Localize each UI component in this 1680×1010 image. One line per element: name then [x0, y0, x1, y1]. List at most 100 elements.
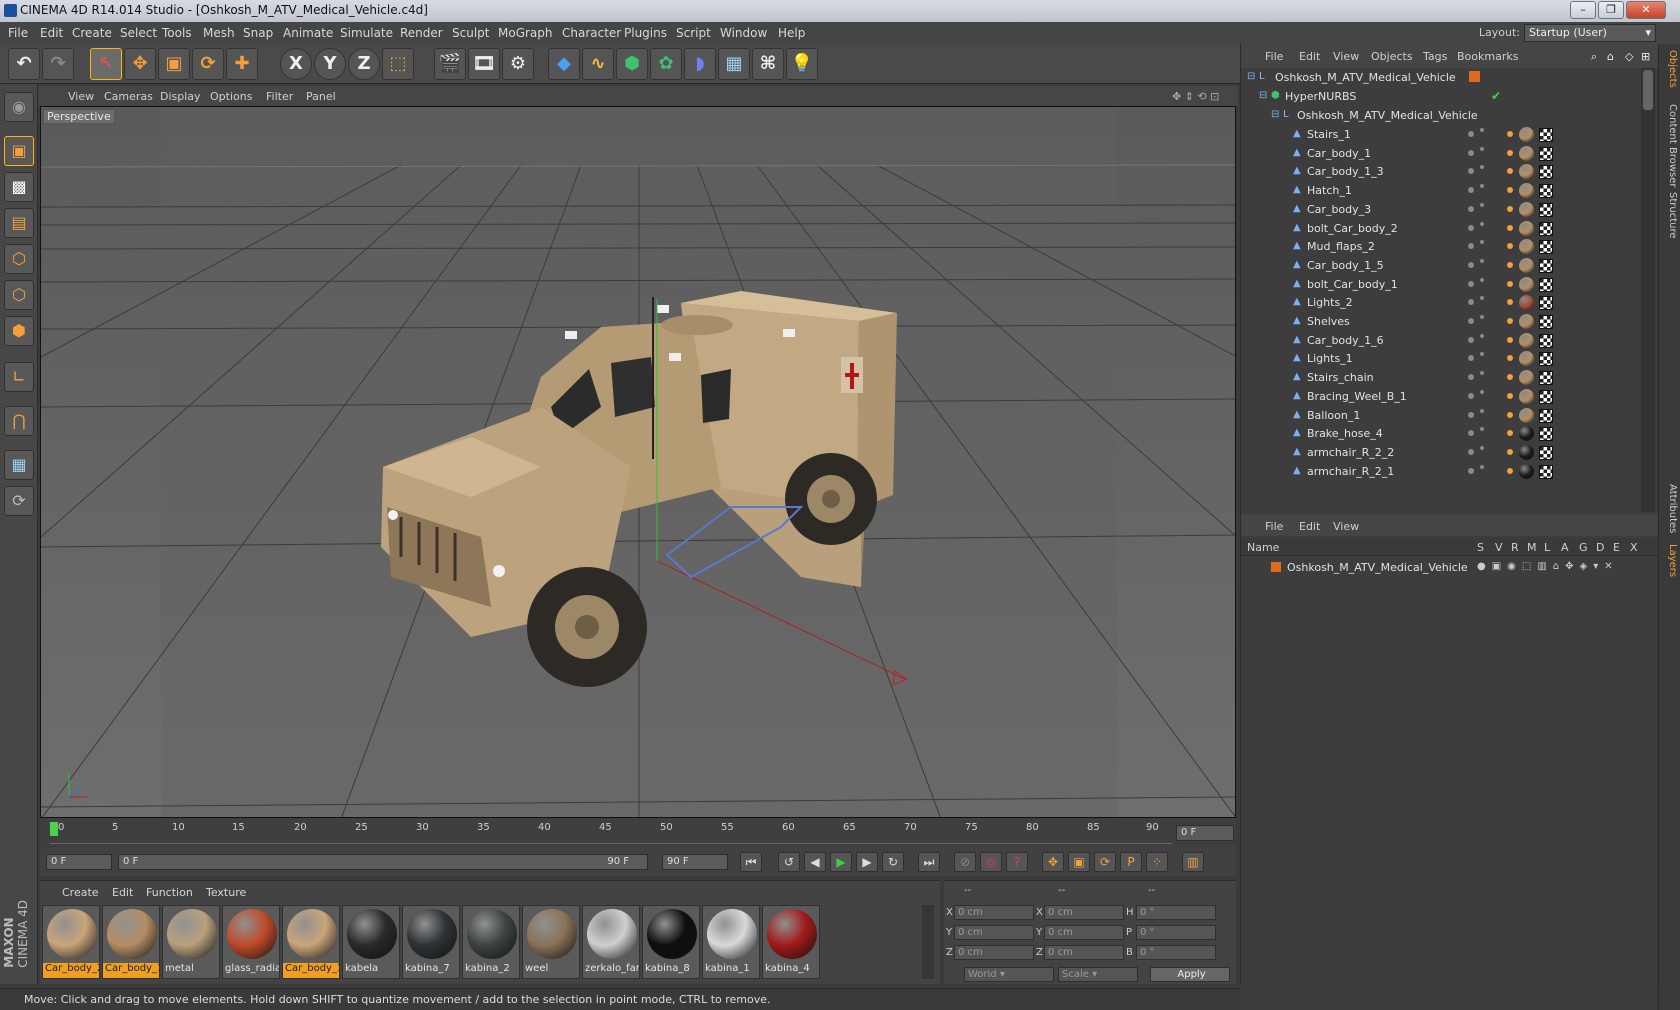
key-parameter-icon[interactable]: P [1120, 852, 1142, 872]
material-scrollbar[interactable] [922, 905, 934, 979]
uvw-tag-icon[interactable] [1539, 427, 1553, 442]
menu-simulate[interactable]: Simulate [340, 26, 393, 40]
layer-flag-icons[interactable]: ●▣◉⬚▥⌂✥◈▾✕ [1477, 561, 1619, 572]
frame-range-slider[interactable]: 0 F 90 F [118, 854, 648, 870]
menu-plugins[interactable]: Plugins [624, 26, 667, 40]
timeline-playhead[interactable] [50, 822, 58, 836]
viewport-menu-filter[interactable]: Filter [266, 90, 293, 103]
phong-tag-icon[interactable] [1507, 374, 1513, 381]
menu-select[interactable]: Select [120, 26, 157, 40]
make-editable-icon[interactable]: ◉ [4, 92, 34, 122]
material-thumbnail[interactable]: kabina_8 [642, 905, 700, 979]
material-tag-icon[interactable] [1519, 164, 1534, 180]
layers-menu-edit[interactable]: Edit [1299, 520, 1320, 533]
phong-tag-icon[interactable] [1507, 411, 1513, 418]
phong-tag-icon[interactable] [1507, 168, 1513, 175]
material-tag-icon[interactable] [1519, 145, 1534, 161]
texture-mode-icon[interactable]: ▩ [4, 172, 34, 202]
layer-color-swatch[interactable] [1469, 71, 1480, 82]
material-menu-texture[interactable]: Texture [206, 886, 246, 899]
material-tag-icon[interactable] [1519, 127, 1534, 142]
phong-tag-icon[interactable] [1507, 392, 1513, 399]
rotation-field[interactable]: 0 ° [1136, 945, 1216, 960]
material-tag-icon[interactable] [1519, 444, 1534, 460]
phong-tag-icon[interactable] [1507, 224, 1513, 231]
menu-render[interactable]: Render [400, 26, 443, 40]
menu-help[interactable]: Help [778, 26, 805, 40]
visibility-dot[interactable] [1468, 448, 1474, 455]
play-forward-icon[interactable]: ▶ [830, 852, 852, 872]
deformer-icon[interactable]: ◗ [684, 48, 716, 80]
object-row[interactable]: ▲ bolt_Car_body_1 [1241, 275, 1641, 295]
menu-mesh[interactable]: Mesh [203, 26, 235, 40]
next-frame-icon[interactable]: ▶ [856, 852, 878, 872]
end-frame-field[interactable]: 90 F [662, 854, 728, 870]
object-row[interactable]: ▲ Lights_2 [1241, 293, 1641, 313]
objects-scrollbar[interactable] [1641, 68, 1655, 512]
key-rotation-icon[interactable]: ⟳ [1094, 852, 1116, 872]
size-mode-dropdown[interactable]: Scale ▾ [1058, 967, 1138, 982]
objects-menu-bookmarks[interactable]: Bookmarks [1457, 50, 1518, 63]
object-row[interactable]: ▲ Lights_1 [1241, 349, 1641, 369]
object-row[interactable]: ▲ Car_body_1_5 [1241, 256, 1641, 276]
object-row[interactable]: ▲ armchair_R_2_2 [1241, 443, 1641, 463]
render-dot[interactable] [1480, 296, 1484, 301]
cube-primitive-icon[interactable]: ◆ [548, 48, 580, 80]
render-dot[interactable] [1480, 315, 1484, 319]
x-axis-lock-icon[interactable]: X [280, 48, 312, 80]
autokey-icon[interactable]: ◎ [980, 852, 1002, 872]
material-tag-icon[interactable] [1519, 426, 1534, 442]
object-row-hypernurbs[interactable]: ⊟ ⬢ HyperNURBS ✔ [1241, 87, 1641, 107]
new-panel-icon[interactable]: ⊞ [1641, 50, 1650, 63]
layout-dropdown[interactable]: Startup (User) ▾ [1524, 24, 1656, 42]
phong-tag-icon[interactable] [1507, 336, 1513, 343]
workplane-lock-icon[interactable]: ▦ [4, 450, 34, 480]
material-thumbnail[interactable]: Car_body_3 [282, 905, 340, 979]
material-thumbnail[interactable]: kabina_7 [402, 905, 460, 979]
uvw-tag-icon[interactable] [1539, 258, 1553, 273]
transform-tool-icon[interactable]: ✚ [226, 48, 258, 80]
object-row[interactable]: ▲ Car_body_1_6 [1241, 331, 1641, 351]
render-dot[interactable] [1480, 146, 1484, 151]
size-field[interactable]: 0 cm [1044, 925, 1124, 940]
material-tag-icon[interactable] [1519, 220, 1534, 236]
uvw-tag-icon[interactable] [1539, 240, 1553, 255]
key-position-icon[interactable]: ✥ [1042, 852, 1064, 872]
visibility-dot[interactable] [1468, 131, 1474, 137]
tab-content-browser[interactable]: Content Browser [1662, 104, 1678, 187]
visibility-dot[interactable] [1468, 299, 1474, 306]
material-thumbnail[interactable]: kabina_4 [762, 905, 820, 979]
material-thumbnail[interactable]: metal [162, 905, 220, 979]
material-tag-icon[interactable] [1519, 257, 1534, 273]
material-thumbnail[interactable]: kabina_1 [702, 905, 760, 979]
visibility-dot[interactable] [1468, 187, 1474, 194]
position-field[interactable]: 0 cm [954, 925, 1034, 940]
object-row[interactable]: ▲ Hatch_1 [1241, 181, 1641, 201]
object-row[interactable]: ▲ bolt_Car_body_2 [1241, 219, 1641, 239]
visibility-dot[interactable] [1468, 411, 1474, 418]
menu-window[interactable]: Window [720, 26, 767, 40]
current-frame-field[interactable]: 0 F [1176, 825, 1234, 841]
viewport-menu-view[interactable]: View [68, 90, 94, 103]
redo-icon[interactable]: ↷ [42, 48, 74, 80]
menu-edit[interactable]: Edit [40, 26, 63, 40]
menu-character[interactable]: Character [562, 26, 621, 40]
material-thumbnail[interactable]: Car_body_2 [42, 905, 100, 979]
3d-viewport[interactable]: Perspective [40, 106, 1236, 818]
layer-color-swatch[interactable] [1271, 562, 1281, 572]
workplane-icon[interactable]: ▤ [4, 208, 34, 238]
uvw-tag-icon[interactable] [1539, 296, 1553, 311]
render-dot[interactable] [1480, 464, 1484, 469]
uvw-tag-icon[interactable] [1539, 464, 1553, 479]
render-dot[interactable] [1480, 427, 1484, 432]
axis-mode-icon[interactable]: ∟ [4, 362, 34, 392]
menu-script[interactable]: Script [676, 26, 711, 40]
objects-menu-objects[interactable]: Objects [1371, 50, 1413, 63]
tab-structure[interactable]: Structure [1662, 192, 1678, 239]
phong-tag-icon[interactable] [1507, 318, 1513, 324]
phong-tag-icon[interactable] [1507, 299, 1513, 306]
collapse-icon[interactable]: ⊟ [1259, 91, 1269, 101]
render-dot[interactable] [1480, 165, 1484, 170]
objects-menu-tags[interactable]: Tags [1423, 50, 1447, 63]
size-field[interactable]: 0 cm [1044, 905, 1124, 920]
